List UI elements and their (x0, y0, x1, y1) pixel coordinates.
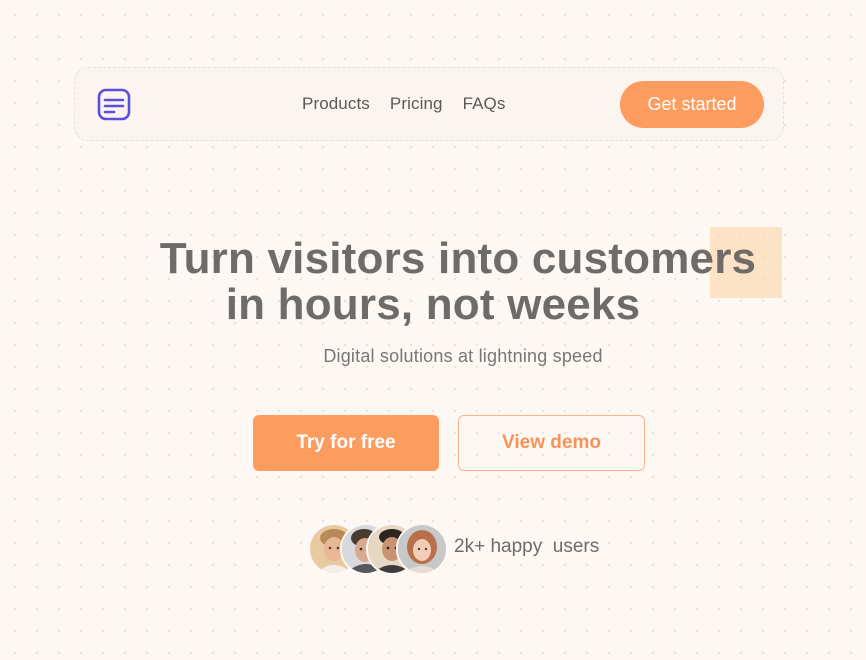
hero-subtitle: Digital solutions at lightning speed (323, 346, 603, 366)
get-started-button[interactable]: Get started (620, 81, 764, 128)
message-lines-icon[interactable] (97, 88, 131, 122)
hero-title: Turn visitors into customers in hours, n… (0, 236, 866, 328)
hero-title-line-2: in hours, not weeks (225, 280, 641, 329)
view-demo-button[interactable]: View demo (458, 415, 645, 471)
nav-link-faqs[interactable]: FAQs (463, 94, 506, 114)
hero-title-line-1: Turn visitors into customers (159, 234, 757, 283)
user-avatars (308, 523, 448, 575)
navbar: Products Pricing FAQs Get started (74, 67, 784, 141)
nav-links: Products Pricing FAQs (302, 68, 505, 140)
happy-users-count: 2k+ happy users (454, 536, 600, 557)
nav-link-pricing[interactable]: Pricing (390, 94, 443, 114)
user-avatar-4 (396, 523, 448, 575)
nav-link-products[interactable]: Products (302, 94, 370, 114)
try-for-free-button[interactable]: Try for free (253, 415, 439, 471)
